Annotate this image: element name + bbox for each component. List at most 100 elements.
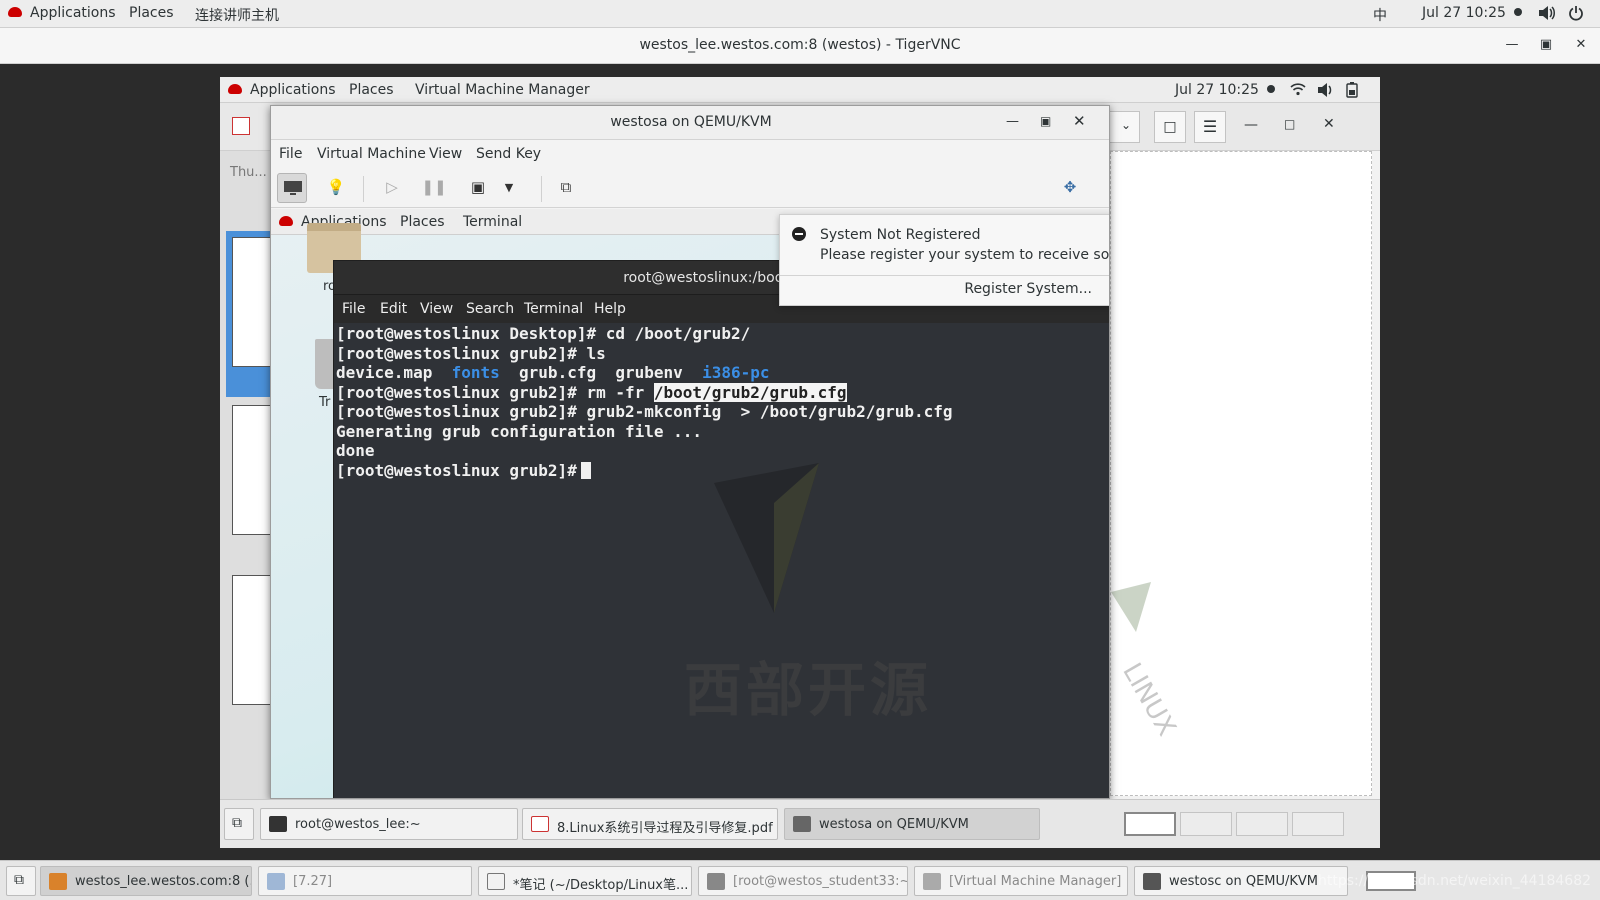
show-console-button[interactable] (277, 173, 307, 203)
hamburger-menu-icon[interactable]: ☰ (1194, 111, 1226, 143)
terminal-line: device.map fonts grub.cfg grubenv i386-p… (336, 363, 770, 382)
host-task-label: [root@westos_student33:~... (733, 874, 908, 889)
redhat-logo-icon (228, 84, 242, 94)
vm-console-window[interactable]: westosa on QEMU/KVM — ▣ ✕ File Virtual M… (270, 105, 1110, 799)
host-task-virt-manager[interactable]: [Virtual Machine Manager] (914, 866, 1128, 896)
host-task-vnc[interactable]: westos_lee.westos.com:8 (... (40, 866, 252, 896)
host-applications-menu[interactable]: Applications (8, 5, 116, 21)
minimize-icon[interactable]: — (1503, 36, 1521, 54)
remote-task-pdf[interactable]: 8.Linux系统引导过程及引导修复.pdf (522, 808, 778, 840)
terminal-window[interactable]: root@westoslinux:/boot/grub2 File Edit V… (333, 260, 1109, 798)
host-connect-menu[interactable]: 连接讲师主机 (195, 5, 279, 25)
svg-text:LINUX: LINUX (1116, 658, 1181, 741)
workspace-3[interactable] (1236, 812, 1288, 836)
shutdown-button[interactable]: ▣ (463, 173, 493, 203)
remote-datetime: Jul 27 10:25 (1175, 82, 1259, 98)
terminal-app-icon (269, 816, 287, 832)
register-system-button[interactable]: Register System... (780, 281, 1092, 297)
chevron-down-icon: ▼ (504, 181, 514, 194)
maximize-icon[interactable]: ▣ (1537, 36, 1555, 54)
westos-watermark-logo (714, 463, 819, 613)
system-notification[interactable]: System Not Registered Please register yo… (779, 214, 1109, 306)
close-icon[interactable]: ✕ (1073, 112, 1086, 130)
vm-menu-send-key[interactable]: Send Key (476, 146, 541, 162)
notification-title: System Not Registered (820, 227, 981, 243)
vnc-window-titlebar[interactable]: westos_lee.westos.com:8 (westos) - Tiger… (0, 28, 1600, 64)
show-desktop-icon: ⧉ (232, 815, 242, 831)
input-method-indicator[interactable]: 中 (1373, 5, 1387, 25)
remote-task-label: westosa on QEMU/KVM (819, 817, 969, 832)
show-details-button[interactable]: 💡 (321, 173, 351, 203)
host-task-terminal[interactable]: [root@westos_student33:~... (698, 866, 908, 896)
terminal-app-icon (707, 873, 725, 890)
notification-dot-icon (1267, 85, 1276, 93)
terminal-output[interactable]: 西部开源 [root@westoslinux Desktop]# cd /boo… (334, 323, 1109, 798)
terminal-menu-edit[interactable]: Edit (380, 301, 407, 317)
host-task-label: [7.27] (293, 874, 333, 889)
power-icon[interactable] (1568, 5, 1584, 25)
close-icon[interactable]: ✕ (1323, 116, 1335, 132)
page-thumbnail[interactable] (232, 575, 272, 705)
terminal-menu-file[interactable]: File (342, 301, 365, 317)
battery-icon[interactable] (1346, 82, 1358, 102)
terminal-menu-view[interactable]: View (420, 301, 453, 317)
guest-places-menu[interactable]: Places (400, 214, 445, 230)
volume-icon[interactable] (1317, 82, 1335, 102)
guest-terminal-menu[interactable]: Terminal (463, 214, 522, 230)
terminal-line: done (336, 441, 375, 460)
workspace-2[interactable] (1180, 812, 1232, 836)
vm-menubar: File Virtual Machine View Send Key (271, 140, 1109, 168)
show-desktop-button[interactable]: ⧉ (6, 866, 36, 896)
host-task-editor[interactable]: *笔记 (~/Desktop/Linux笔... (478, 866, 692, 896)
remote-task-vm[interactable]: westosa on QEMU/KVM (784, 808, 1040, 840)
virt-manager-icon (1143, 873, 1161, 890)
vm-menu-file[interactable]: File (279, 146, 302, 162)
terminal-menu-help[interactable]: Help (594, 301, 626, 317)
host-task-label: westosc on QEMU/KVM (1169, 874, 1319, 889)
pause-button[interactable]: ❚❚ (419, 173, 449, 203)
pdf-thumbnail-sidebar[interactable]: Thu... (220, 151, 272, 799)
host-task-file[interactable]: [7.27] (258, 866, 472, 896)
vm-menu-virtual-machine[interactable]: Virtual Machine (317, 146, 426, 162)
maximize-icon[interactable]: □ (1284, 117, 1295, 131)
terminal-menu-search[interactable]: Search (466, 301, 514, 317)
remote-task-terminal[interactable]: root@westos_lee:~ (260, 808, 518, 840)
blocked-icon (792, 227, 806, 241)
vm-menu-view[interactable]: View (429, 146, 462, 162)
virt-manager-icon (923, 873, 941, 890)
fullscreen-button[interactable]: ✥ (1055, 173, 1085, 203)
workspace-1[interactable] (1124, 812, 1176, 836)
monitor-icon (284, 181, 302, 195)
remote-clock[interactable]: Jul 27 10:25 (1175, 82, 1276, 98)
host-clock[interactable]: Jul 27 10:25 (1422, 5, 1523, 21)
close-icon[interactable]: ✕ (1572, 36, 1590, 54)
remote-places-menu[interactable]: Places (349, 82, 394, 98)
remote-task-label: root@westos_lee:~ (295, 817, 421, 832)
show-desktop-button[interactable]: ⧉ (224, 808, 254, 840)
csdn-watermark: https://blog.csdn.net/weixin_44184682 (1318, 873, 1592, 889)
page-thumbnail[interactable] (232, 405, 272, 535)
host-task-westosc[interactable]: westosc on QEMU/KVM (1134, 866, 1348, 896)
volume-icon[interactable] (1538, 5, 1556, 25)
terminal-command: [root@westoslinux grub2]# rm -fr (336, 383, 654, 402)
ls-entry: grub.cfg grubenv (499, 363, 703, 382)
remote-desktop[interactable]: Applications Places Virtual Machine Mana… (220, 77, 1380, 848)
snapshots-button[interactable]: ⧉ (551, 173, 581, 203)
shutdown-dropdown[interactable]: ▼ (499, 173, 519, 203)
remote-app-menu[interactable]: Virtual Machine Manager (415, 82, 590, 98)
wifi-icon[interactable] (1290, 82, 1306, 100)
workspace-4[interactable] (1292, 812, 1344, 836)
page-thumbnail[interactable] (232, 237, 272, 367)
vm-window-titlebar[interactable]: westosa on QEMU/KVM — ▣ ✕ (271, 106, 1109, 140)
host-places-menu[interactable]: Places (129, 5, 174, 21)
terminal-menu-terminal[interactable]: Terminal (524, 301, 583, 317)
remote-applications-menu[interactable]: Applications (228, 82, 336, 98)
run-button[interactable]: ▷ (377, 173, 407, 203)
minimize-icon[interactable]: — (1006, 114, 1019, 129)
power-button-icon: ▣ (470, 178, 486, 196)
guest-display[interactable]: Applications Places Terminal Ju ro Tr ro… (271, 209, 1109, 798)
maximize-icon[interactable]: ▣ (1040, 114, 1051, 128)
bookmark-icon[interactable]: □ (1154, 111, 1186, 143)
terminal-line: [root@westoslinux Desktop]# cd /boot/gru… (336, 324, 751, 343)
minimize-icon[interactable]: — (1244, 117, 1258, 133)
